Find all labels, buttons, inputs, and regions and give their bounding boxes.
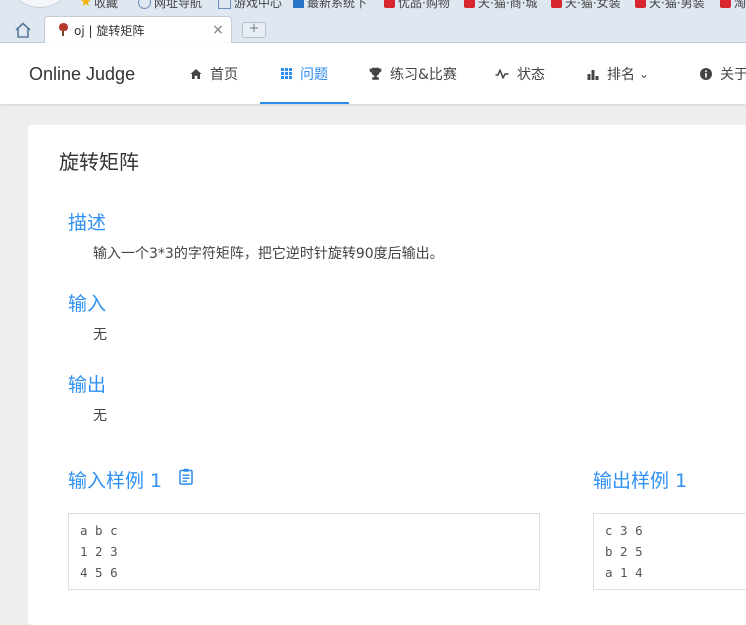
sample-input-line: a b c (80, 523, 118, 538)
input-text: 无 (93, 327, 107, 343)
bar-chart-icon (587, 69, 599, 80)
user-avatar[interactable] (14, 0, 66, 8)
browser-chrome: ★ 收藏 网址导航 游戏中心 最新系统下 优品·购物 天·猫·商·城 天·猫·女… (0, 0, 746, 43)
chevron-down-icon: ⌄ (639, 66, 650, 81)
star-icon: ★ (80, 0, 92, 10)
page-title: 旋转矩阵 (59, 150, 139, 174)
tmall-icon (720, 0, 731, 8)
brand-logo[interactable]: Online Judge (29, 64, 135, 85)
grid-icon (281, 68, 292, 79)
info-icon (700, 67, 712, 80)
sample-output-line: c 3 6 (605, 523, 643, 538)
new-tab-button[interactable]: + (242, 22, 266, 38)
trophy-icon (369, 67, 382, 80)
bookmark-shopping[interactable]: 优品·购物 (384, 0, 450, 11)
tmall-icon (551, 0, 562, 8)
bookmark-favorites[interactable]: ★ 收藏 (80, 0, 118, 11)
clipboard-icon[interactable] (179, 468, 193, 485)
tmall-icon (384, 0, 395, 8)
tmall-icon (635, 0, 646, 8)
bookmarks-bar: ★ 收藏 网址导航 游戏中心 最新系统下 优品·购物 天·猫·商·城 天·猫·女… (0, 0, 746, 12)
bookmark-tmall-men[interactable]: 天·猫·男装 (635, 0, 705, 11)
output-text: 无 (93, 408, 107, 424)
input-heading: 输入 (68, 293, 107, 315)
output-heading: 输出 (68, 374, 107, 396)
navbar: Online Judge 首页 问题 练习&比赛 状态 排名 ⌄ 关于 (0, 43, 746, 104)
bookmark-news[interactable]: 最新系统下 (293, 0, 367, 11)
nav-rank[interactable]: 排名 ⌄ (587, 43, 649, 104)
browser-home-icon[interactable] (14, 21, 32, 39)
browser-tab[interactable]: oj | 旋转矩阵 × (44, 16, 232, 43)
game-icon (218, 0, 231, 9)
description-heading: 描述 (68, 212, 107, 234)
sample-output-heading: 输出样例 1 (593, 470, 688, 492)
nav-problems[interactable]: 问题 (260, 43, 349, 104)
sample-input-box[interactable]: a b c 1 2 3 4 5 6 (68, 513, 540, 590)
sample-output-line: b 2 5 (605, 544, 643, 559)
description-text: 输入一个3*3的字符矩阵，把它逆时针旋转90度后输出。 (93, 246, 444, 262)
sample-input-line: 1 2 3 (80, 544, 118, 559)
home-icon (190, 68, 202, 79)
sample-input-heading: 输入样例 1 (68, 470, 163, 492)
tmall-icon (464, 0, 475, 8)
nav-status[interactable]: 状态 (495, 43, 545, 104)
bookmark-taobao[interactable]: 淘 (720, 0, 746, 11)
sample-input-line: 4 5 6 (80, 565, 118, 580)
pulse-icon (495, 68, 509, 79)
nav-about[interactable]: 关于 (700, 43, 746, 104)
nav-contests[interactable]: 练习&比赛 (369, 43, 457, 104)
sample-output-line: a 1 4 (605, 565, 643, 580)
bookmark-nav[interactable]: 网址导航 (138, 0, 202, 11)
globe-icon (138, 0, 151, 9)
tab-title: oj | 旋转矩阵 (74, 23, 145, 38)
bookmark-games[interactable]: 游戏中心 (218, 0, 282, 11)
bookmark-tmall-mall[interactable]: 天·猫·商·城 (464, 0, 537, 11)
close-icon[interactable]: × (211, 22, 225, 38)
favicon-icon (57, 23, 69, 37)
sample-output-box[interactable]: c 3 6 b 2 5 a 1 4 (593, 513, 746, 590)
nav-home[interactable]: 首页 (190, 43, 238, 104)
bookmark-tmall-women[interactable]: 天·猫·女装 (551, 0, 621, 11)
news-icon (293, 0, 304, 8)
